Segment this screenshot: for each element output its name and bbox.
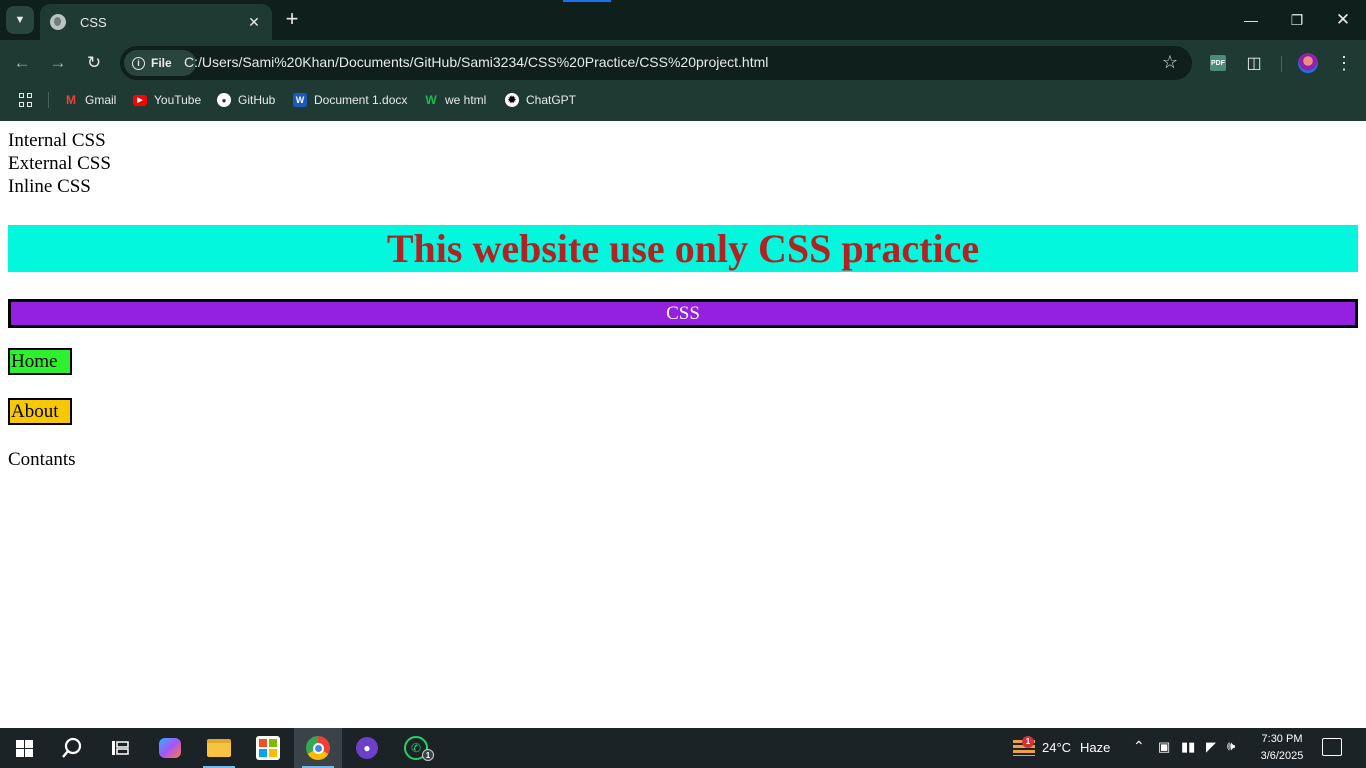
internal-css-text: Internal CSS (8, 130, 106, 151)
close-icon[interactable]: ✕ (246, 14, 262, 30)
bookmark-document[interactable]: W Document 1.docx (293, 90, 407, 110)
bookmark-label: GitHub (238, 93, 276, 107)
bookmark-github[interactable]: ● GitHub (217, 90, 275, 110)
bookmark-label: Document 1.docx (314, 93, 408, 107)
contents-text: Contants (8, 449, 76, 470)
url-text: C:/Users/Sami%20Khan/Documents/GitHub/Sa… (184, 54, 769, 70)
restore-button[interactable]: ❐ (1274, 0, 1320, 40)
info-icon: i (132, 56, 145, 70)
apps-button[interactable] (19, 90, 33, 110)
task-view-icon (112, 741, 129, 755)
profile-button[interactable] (1297, 52, 1319, 74)
weather-temp[interactable]: 24°C (1042, 740, 1071, 755)
bookmark-label: YouTube (154, 93, 202, 107)
bookmarks-bar: M Gmail ▶ YouTube ● GitHub W Document 1.… (0, 86, 1366, 114)
page-heading-banner: This website use only CSS practice (8, 225, 1358, 272)
forward-button[interactable]: → (46, 51, 70, 75)
copilot-button[interactable] (146, 728, 194, 768)
tab-search-button[interactable]: ▼ (6, 6, 34, 34)
avatar (1298, 53, 1318, 73)
store-icon (256, 736, 280, 760)
pdf-extension-button[interactable]: PDF (1207, 52, 1229, 74)
store-button[interactable] (244, 728, 292, 768)
reload-button[interactable]: ↻ (82, 51, 106, 75)
tab-title: CSS (80, 14, 107, 30)
bookmark-youtube[interactable]: ▶ YouTube (133, 90, 201, 110)
toolbar-divider (1281, 56, 1282, 72)
weather-badge: 1 (1022, 736, 1034, 748)
system-clock[interactable]: 7:30 PM 3/6/2025 (1254, 731, 1310, 765)
github-desktop-icon: ● (356, 737, 378, 759)
site-chip-label: File (151, 56, 172, 70)
w-icon: W (425, 93, 437, 107)
gmail-icon: M (66, 93, 76, 107)
whatsapp-button[interactable]: ✆ 1 (392, 728, 440, 768)
word-icon: W (293, 93, 307, 107)
more-vertical-icon: ⋮ (1335, 52, 1353, 73)
back-button[interactable]: ← (10, 51, 34, 75)
puzzle-icon: ◫ (1246, 55, 1262, 72)
bookmark-star-icon[interactable]: ☆ (1162, 52, 1178, 73)
chevron-down-icon: ▼ (14, 14, 26, 26)
windows-logo-icon (15, 739, 33, 757)
extensions-button[interactable]: ◫ (1243, 52, 1265, 74)
meet-now-icon[interactable]: ▣ (1158, 739, 1170, 755)
battery-icon[interactable]: ▮▮ (1181, 739, 1195, 755)
apps-grid-icon (19, 93, 33, 107)
copilot-icon (159, 738, 181, 758)
browser-chrome: ▼ CSS ✕ + — ❐ ✕ ← → ↻ i File C:/Users/Sa… (0, 0, 1366, 121)
search-button[interactable] (48, 728, 96, 768)
address-bar[interactable]: i File C:/Users/Sami%20Khan/Documents/Gi… (120, 46, 1192, 80)
external-css-text: External CSS (8, 153, 111, 174)
bookmarks-divider (48, 92, 49, 108)
bookmark-label: Gmail (85, 93, 117, 107)
weather-widget-icon-button[interactable]: 1 (1000, 728, 1048, 768)
minimize-button[interactable]: — (1228, 0, 1274, 40)
browser-toolbar: ← → ↻ i File C:/Users/Sami%20Khan/Docume… (0, 40, 1366, 86)
pdf-icon: PDF (1210, 55, 1226, 71)
inline-css-text: Inline CSS (8, 176, 91, 197)
volume-icon[interactable]: 🕪 (1227, 738, 1235, 754)
about-link[interactable]: About (8, 398, 72, 425)
github-desktop-button[interactable]: ● (343, 728, 391, 768)
bookmark-label: ChatGPT (526, 93, 577, 107)
clock-time: 7:30 PM (1261, 733, 1303, 745)
file-explorer-button[interactable] (195, 728, 243, 768)
chevron-up-icon[interactable]: ⌃ (1133, 738, 1145, 755)
youtube-icon: ▶ (133, 94, 147, 106)
bookmark-we-html[interactable]: W we html (424, 90, 486, 110)
close-window-button[interactable]: ✕ (1320, 0, 1366, 40)
chatgpt-icon: ✹ (505, 93, 519, 107)
web-page: Internal CSS External CSS Inline CSS Thi… (0, 121, 1366, 728)
tab-indicator (563, 0, 611, 2)
bookmark-chatgpt[interactable]: ✹ ChatGPT (505, 90, 576, 110)
globe-icon (50, 14, 66, 30)
new-tab-button[interactable]: + (282, 8, 302, 32)
css-bar: CSS (8, 299, 1358, 328)
clock-date: 3/6/2025 (1260, 750, 1304, 762)
search-icon (62, 737, 82, 758)
wifi-icon[interactable]: ◤ (1206, 739, 1216, 755)
menu-button[interactable]: ⋮ (1333, 52, 1355, 74)
notifications-icon[interactable] (1322, 738, 1342, 756)
start-button[interactable] (0, 728, 48, 768)
tab-strip: ▼ CSS ✕ + — ❐ ✕ (0, 0, 1366, 40)
tab-css[interactable]: CSS ✕ (40, 4, 272, 40)
home-link[interactable]: Home (8, 348, 72, 375)
chrome-icon (306, 736, 330, 760)
github-icon: ● (217, 93, 231, 107)
whatsapp-badge: 1 (422, 749, 434, 761)
folder-icon (207, 739, 231, 757)
chrome-button[interactable] (294, 728, 342, 768)
task-view-button[interactable] (96, 728, 144, 768)
bookmark-gmail[interactable]: M Gmail (64, 90, 116, 110)
windows-taskbar: ● ✆ 1 1 24°C Haze ⌃ ▣ ▮▮ ◤ 🕪 7:30 PM 3/6… (0, 728, 1366, 768)
weather-desc[interactable]: Haze (1080, 740, 1110, 755)
bookmark-label: we html (445, 93, 487, 107)
